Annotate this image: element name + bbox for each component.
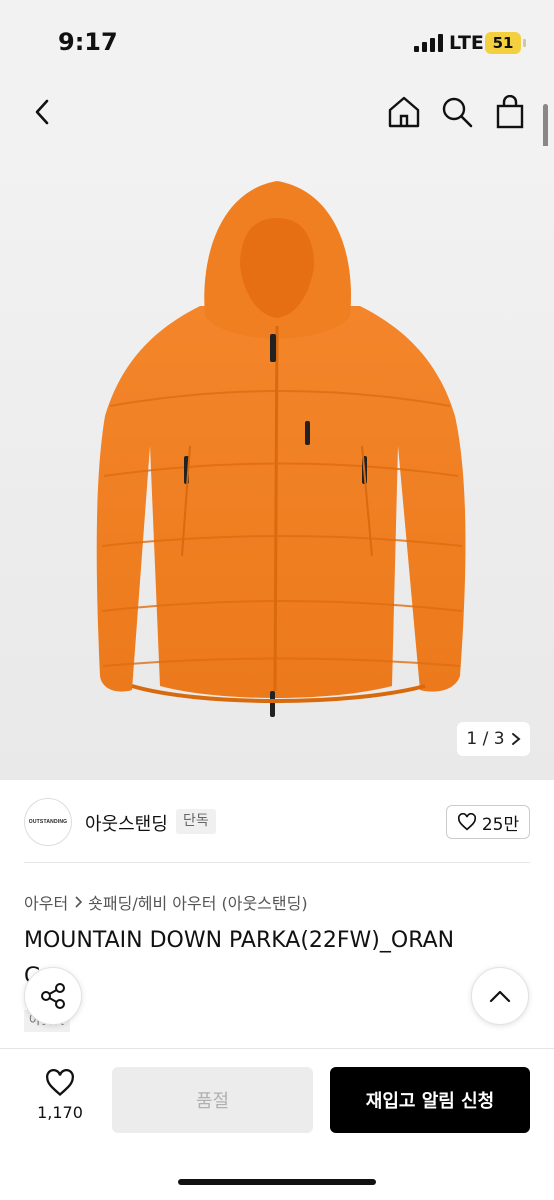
home-button[interactable] xyxy=(384,92,424,132)
shopping-bag-icon xyxy=(496,95,524,129)
bottom-action-bar: 1,170 품절 재입고 알림 신청 xyxy=(0,1048,554,1200)
wishlist-button[interactable]: 1,170 xyxy=(34,1069,86,1122)
home-icon xyxy=(388,96,420,128)
breadcrumb-item[interactable]: 숏패딩/헤비 아우터 (아웃스탠딩) xyxy=(88,890,307,914)
brand-name[interactable]: 아웃스탠딩 xyxy=(85,810,168,836)
image-counter: 1 / 3 xyxy=(466,729,505,749)
chevron-left-icon xyxy=(35,99,49,125)
share-icon xyxy=(41,983,65,1009)
chevron-up-icon xyxy=(489,990,511,1003)
product-image-gallery[interactable]: 1 / 3 xyxy=(0,146,554,780)
status-bar: 9:17 LTE 51 xyxy=(0,0,554,80)
breadcrumb: 아우터 숏패딩/헤비 아우터 (아웃스탠딩) xyxy=(24,890,308,914)
share-button[interactable] xyxy=(24,967,82,1025)
cart-button[interactable] xyxy=(490,92,530,132)
soldout-button[interactable]: 품절 xyxy=(112,1067,313,1133)
top-nav xyxy=(0,80,554,146)
back-button[interactable] xyxy=(22,92,62,132)
heart-icon xyxy=(457,813,476,831)
scroll-top-button[interactable] xyxy=(471,967,529,1025)
product-title: MOUNTAIN DOWN PARKA(22FW)_ORAN xyxy=(24,928,455,953)
seller-row: OUTSTANDING 아웃스탠딩 단독 25만 xyxy=(24,796,530,848)
signal-icon xyxy=(414,34,444,52)
search-icon xyxy=(442,97,473,128)
divider xyxy=(24,862,530,863)
chevron-right-icon xyxy=(511,733,521,745)
image-counter-button[interactable]: 1 / 3 xyxy=(457,722,530,756)
brand-like-count: 25만 xyxy=(481,814,520,835)
battery-icon: 51 xyxy=(485,32,526,54)
exclusive-badge: 단독 xyxy=(176,809,216,834)
network-label: LTE xyxy=(449,32,484,54)
heart-icon xyxy=(46,1069,74,1096)
status-time: 9:17 xyxy=(58,28,118,56)
home-indicator xyxy=(178,1179,376,1185)
wishlist-count: 1,170 xyxy=(37,1103,83,1122)
product-jacket-image xyxy=(96,181,466,717)
breadcrumb-item[interactable]: 아우터 xyxy=(24,890,68,914)
chevron-right-icon xyxy=(75,896,83,908)
restock-alert-button[interactable]: 재입고 알림 신청 xyxy=(330,1067,530,1133)
brand-like-button[interactable]: 25만 xyxy=(446,805,530,839)
brand-logo[interactable]: OUTSTANDING xyxy=(24,798,72,846)
search-button[interactable] xyxy=(437,92,477,132)
